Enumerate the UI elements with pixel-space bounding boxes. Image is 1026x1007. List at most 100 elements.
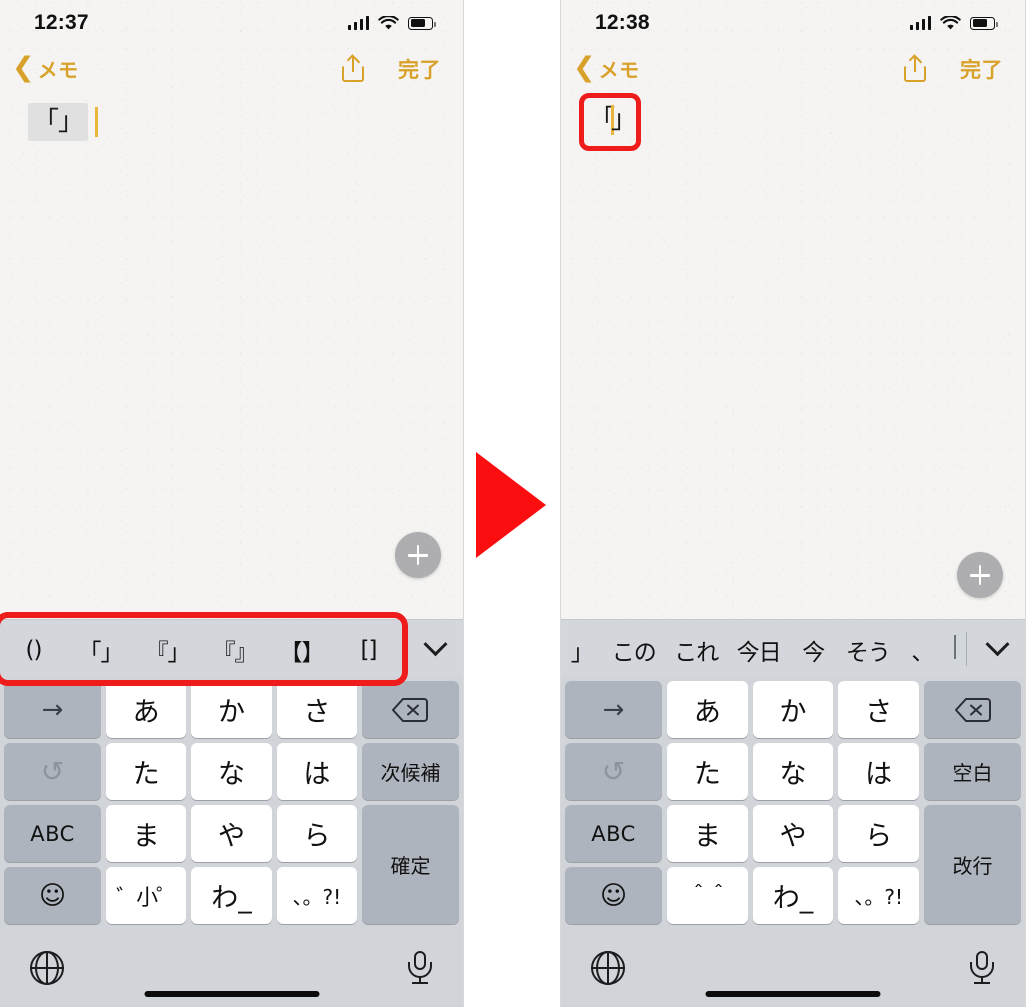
candidate-item[interactable]: この — [603, 631, 665, 667]
battery-icon — [408, 16, 436, 30]
chevron-down-icon — [422, 632, 448, 657]
candidate-list: 」 この これ 今日 今 そう 、 — [561, 620, 964, 677]
key-sa-row[interactable]: さ — [838, 681, 920, 738]
emoji-key[interactable]: ☺ — [565, 867, 662, 924]
done-button[interactable]: 完了 — [960, 54, 1003, 84]
keyboard-row: → あ か さ — [565, 681, 1022, 738]
status-clock: 12:37 — [34, 11, 89, 34]
back-to-notes-button[interactable]: ❮ メモ — [573, 54, 640, 83]
candidate-item[interactable]: 、 — [899, 631, 946, 667]
keyboard-row: ABC ま や ら — [565, 805, 920, 862]
delete-key[interactable] — [361, 681, 459, 738]
dismiss-candidates-button[interactable] — [969, 620, 1025, 677]
keyboard-row: ☺ ゛小゜ わ_ 、。?! — [4, 867, 357, 924]
status-bar-before: 12:37 — [0, 0, 463, 46]
key-rows-before: → あ か さ ↺ た な は 次候補 ABC ま や ら ☺ ゛小゜ わ_ 、… — [0, 677, 463, 924]
key-main-block: ABC ま や ら ☺ ＾＾ わ_ 、。?! — [565, 805, 920, 924]
key-newline[interactable]: 改行 — [924, 805, 1021, 924]
globe-icon[interactable] — [30, 951, 64, 985]
key-dakuten[interactable]: ゛小゜ — [106, 867, 187, 924]
keyboard-row: ↺ た な は 空白 — [565, 743, 1022, 800]
key-ha-row[interactable]: は — [276, 743, 357, 800]
candidate-item[interactable]: 」 — [561, 631, 603, 667]
key-ta-row[interactable]: た — [667, 743, 748, 800]
key-abc[interactable]: ABC — [4, 805, 101, 862]
key-wa-row[interactable]: わ_ — [752, 867, 834, 924]
keyboard-after: 」 この これ 今日 今 そう 、 → あ か さ ↺ た な は 空白 ABC… — [561, 619, 1025, 1007]
dismiss-candidates-button[interactable] — [407, 620, 463, 677]
key-next-candidate[interactable]: 次候補 — [361, 743, 459, 800]
delete-key[interactable] — [924, 681, 1022, 738]
key-ha-row[interactable]: は — [838, 743, 920, 800]
keyboard-bottom-row-after — [561, 929, 1025, 1007]
key-a-row[interactable]: あ — [106, 681, 187, 738]
annotation-highlight-note-text — [579, 93, 641, 151]
key-ya-row[interactable]: や — [191, 805, 272, 862]
key-ra-row[interactable]: ら — [276, 805, 357, 862]
microphone-icon[interactable] — [407, 951, 433, 985]
key-ma-row[interactable]: ま — [106, 805, 187, 862]
right-triangle-arrow — [476, 452, 546, 558]
key-wa-row[interactable]: わ_ — [191, 867, 272, 924]
add-attachment-button[interactable] — [957, 552, 1003, 598]
key-a-row[interactable]: あ — [667, 681, 748, 738]
share-icon[interactable] — [342, 53, 364, 82]
annotation-highlight-candidates — [0, 612, 408, 686]
key-main-block: ABC ま や ら ☺ ゛小゜ わ_ 、。?! — [4, 805, 357, 924]
key-confirm[interactable]: 確定 — [362, 805, 459, 924]
nav-bar-after: ❮ メモ 完了 — [561, 46, 1025, 91]
done-button[interactable]: 完了 — [398, 54, 441, 84]
keyboard-row: ABC ま や ら ☺ ゛小゜ わ_ 、。?! 確定 — [4, 805, 459, 924]
microphone-icon[interactable] — [969, 951, 995, 985]
key-kaomoji[interactable]: ＾＾ — [667, 867, 748, 924]
delete-icon — [954, 697, 991, 722]
chevron-left-icon: ❮ — [12, 52, 35, 82]
key-ka-row[interactable]: か — [752, 681, 834, 738]
key-cursor-right[interactable]: → — [4, 681, 101, 738]
delete-icon — [392, 697, 429, 722]
keyboard-row: → あ か さ — [4, 681, 459, 738]
status-bar-after: 12:38 — [561, 0, 1025, 46]
keyboard-bottom-row-before — [0, 929, 463, 1007]
cellular-bars-icon — [347, 16, 369, 30]
back-to-notes-button[interactable]: ❮ メモ — [12, 54, 79, 83]
note-marked-text: 「」 — [28, 103, 89, 141]
note-text-line: 「」 — [28, 103, 99, 141]
keyboard-row: ABC ま や ら ☺ ＾＾ わ_ 、。?! 改行 — [565, 805, 1021, 924]
keyboard-row: ABC ま や ら — [4, 805, 357, 862]
battery-icon — [970, 16, 998, 30]
keyboard-row: ☺ ＾＾ わ_ 、。?! — [565, 867, 920, 924]
candidate-item[interactable]: 今日 — [727, 631, 789, 667]
key-rows-after: → あ か さ ↺ た な は 空白 ABC ま や ら ☺ ＾＾ わ_ 、。?… — [561, 677, 1025, 924]
nav-right-actions: 完了 — [342, 53, 441, 84]
share-icon[interactable] — [904, 53, 926, 82]
candidate-item[interactable]: これ — [665, 631, 727, 667]
key-na-row[interactable]: な — [752, 743, 834, 800]
chevron-down-icon — [984, 632, 1010, 657]
key-punctuation[interactable]: 、。?! — [838, 867, 920, 924]
key-cursor-right[interactable]: → — [565, 681, 662, 738]
keyboard-row: ↺ た な は 次候補 — [4, 743, 459, 800]
key-ta-row[interactable]: た — [106, 743, 187, 800]
key-sa-row[interactable]: さ — [276, 681, 357, 738]
phone-panel-after: 12:38 ❮ メモ 完了 「 」 」 この これ 今日 今 そう 、 → あ … — [560, 0, 1026, 1007]
home-indicator — [144, 991, 319, 997]
emoji-key[interactable]: ☺ — [4, 867, 101, 924]
status-clock: 12:38 — [595, 11, 650, 34]
key-na-row[interactable]: な — [191, 743, 272, 800]
key-ra-row[interactable]: ら — [838, 805, 920, 862]
wifi-icon — [940, 15, 961, 29]
key-ya-row[interactable]: や — [752, 805, 834, 862]
candidate-item[interactable]: 今 — [790, 631, 837, 667]
candidate-item[interactable]: そう — [837, 631, 899, 667]
key-undo[interactable]: ↺ — [4, 743, 101, 800]
globe-icon[interactable] — [591, 951, 625, 985]
key-ka-row[interactable]: か — [191, 681, 272, 738]
key-space[interactable]: 空白 — [924, 743, 1022, 800]
key-ma-row[interactable]: ま — [667, 805, 748, 862]
key-undo[interactable]: ↺ — [565, 743, 662, 800]
add-attachment-button[interactable] — [395, 532, 441, 578]
key-abc[interactable]: ABC — [565, 805, 662, 862]
text-caret — [95, 107, 99, 137]
key-punctuation[interactable]: 、。?! — [276, 867, 357, 924]
